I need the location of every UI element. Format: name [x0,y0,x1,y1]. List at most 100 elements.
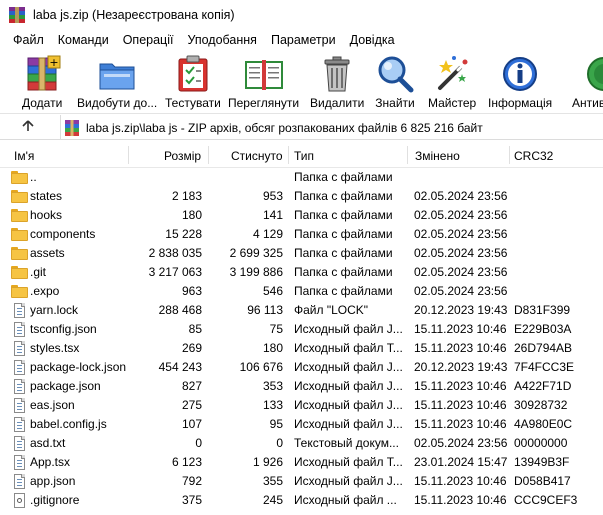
file-crc: E229B03A [514,322,572,336]
file-row[interactable]: eas.json 275 133 Исходный файл J... 15.11.20… [0,396,603,415]
file-name: states [30,189,63,203]
column-header-packed[interactable]: Стиснуто [225,142,287,168]
folder-row[interactable]: .. Папка с файлами [0,168,603,187]
file-packed-size: 353 [262,379,283,393]
menu-favorites[interactable]: Уподобання [180,33,263,47]
column-header-type[interactable]: Тип [288,142,406,168]
view-button[interactable]: Переглянути [228,54,299,110]
file-type: Папка с файлами [294,284,393,298]
file-row[interactable]: yarn.lock 288 468 96 113 Файл "LOCK" 20.12.2… [0,301,603,320]
address-bar: laba js.zip\laba js - ZIP архів, обсяг р… [0,115,603,140]
antivirus-button[interactable]: Антив [568,54,603,110]
file-size: 963 [181,284,202,298]
file-type: Исходный файл J... [294,398,403,412]
file-size: 6 123 [171,455,202,469]
file-size: 0 [195,436,202,450]
winrar-logo-icon [9,7,25,23]
file-modified: 15.11.2023 10:46 [414,322,507,336]
delete-button[interactable]: Видалити [310,54,364,110]
document-icon [14,398,25,413]
folder-icon [11,190,28,203]
file-modified: 02.05.2024 23:56 [414,284,508,298]
folder-row[interactable]: states 2 183 953 Папка с файлами 02.05.2024 … [0,187,603,206]
folder-row[interactable]: components 15 228 4 129 Папка с файлами 02.0… [0,225,603,244]
file-size: 2 838 035 [148,246,202,260]
extract-to-label: Видобути до... [77,96,158,110]
toolbar: + Додати Видобути до... Тестувати Перегл… [0,50,603,114]
file-size: 275 [181,398,202,412]
column-header-size[interactable]: Розмір [158,142,208,168]
file-name: eas.json [30,398,75,412]
file-row[interactable]: babel.config.js 107 95 Исходный файл J... 15… [0,415,603,434]
document-icon [14,455,25,470]
menu-commands[interactable]: Команди [51,33,116,47]
file-row[interactable]: styles.tsx 269 180 Исходный файл T... 15.11.… [0,339,603,358]
delete-label: Видалити [310,96,365,110]
file-type: Папка с файлами [294,246,393,260]
file-type: Исходный файл J... [294,474,403,488]
menu-operations[interactable]: Операції [116,33,181,47]
folder-row[interactable]: hooks 180 141 Папка с файлами 02.05.2024 23:… [0,206,603,225]
info-label: Інформація [488,96,553,110]
file-modified: 02.05.2024 23:56 [414,246,508,260]
file-name: .. [30,170,37,184]
file-type: Папка с файлами [294,208,393,222]
test-clipboard-icon [173,54,213,94]
folder-row[interactable]: .git 3 217 063 3 199 886 Папка с файлами 02.… [0,263,603,282]
file-crc [514,168,600,187]
column-header-crc[interactable]: CRC32 [508,142,598,168]
file-row[interactable]: asd.txt 0 0 Текстовый докум... 02.05.2024 23… [0,434,603,453]
file-crc [514,244,600,263]
file-modified: 15.11.2023 10:46 [414,379,507,393]
address-field[interactable]: laba js.zip\laba js - ZIP архів, обсяг р… [60,115,603,140]
folder-icon [11,266,28,279]
file-crc [514,263,600,282]
file-row[interactable]: App.tsx 6 123 1 926 Исходный файл T... 23.01… [0,453,603,472]
archive-add-icon: + [22,54,62,94]
arrow-up-icon [21,119,35,136]
file-modified: 02.05.2024 23:56 [414,436,508,450]
column-header-name[interactable]: Ім'я [8,142,128,168]
file-type: Исходный файл J... [294,417,403,431]
menu-file[interactable]: Файл [6,33,51,47]
wizard-button[interactable]: Майстер [428,54,476,110]
add-label: Додати [22,96,63,110]
file-name: yarn.lock [30,303,79,317]
file-crc: CCC9CEF3 [514,493,578,507]
file-row[interactable]: .gitignore 375 245 Исходный файл ... 15.11.2… [0,491,603,510]
file-name: .gitignore [30,493,80,507]
file-packed-size: 0 [276,436,283,450]
column-header-modified[interactable]: Змінено [409,142,509,168]
file-row[interactable]: app.json 792 355 Исходный файл J... 15.11.20… [0,472,603,491]
file-row[interactable]: package.json 827 353 Исходный файл J... 15.1… [0,377,603,396]
file-row[interactable]: package-lock.json 454 243 106 676 Исходный … [0,358,603,377]
file-modified: 02.05.2024 23:56 [414,189,508,203]
file-modified: 02.05.2024 23:56 [414,265,508,279]
extract-to-button[interactable]: Видобути до... [77,54,157,110]
file-name: babel.config.js [30,417,107,431]
file-crc: A422F71D [514,379,572,393]
file-packed-size [205,168,283,187]
test-button[interactable]: Тестувати [165,54,221,110]
file-type: Папка с файлами [294,170,393,184]
file-name: .expo [30,284,60,298]
file-row[interactable]: tsconfig.json 85 75 Исходный файл J... 15.11… [0,320,603,339]
file-modified: 15.11.2023 10:46 [414,417,507,431]
folder-row[interactable]: assets 2 838 035 2 699 325 Папка с файлами 0… [0,244,603,263]
file-modified: 15.11.2023 10:46 [414,474,507,488]
document-icon [14,417,25,432]
file-size: 288 468 [158,303,202,317]
info-button[interactable]: Інформація [488,54,552,110]
file-name: components [30,227,96,241]
file-size: 180 [181,208,202,222]
menu-options[interactable]: Параметри [264,33,343,47]
add-button[interactable]: + Додати [22,54,62,110]
folder-row[interactable]: .expo 963 546 Папка с файлами 02.05.2024 23:… [0,282,603,301]
file-packed-size: 106 676 [239,360,283,374]
menu-help[interactable]: Довідка [343,33,402,47]
file-packed-size: 96 113 [247,303,283,317]
info-icon [500,54,540,94]
up-button[interactable] [14,117,42,137]
find-button[interactable]: Знайти [375,54,415,110]
file-type: Исходный файл J... [294,322,403,336]
